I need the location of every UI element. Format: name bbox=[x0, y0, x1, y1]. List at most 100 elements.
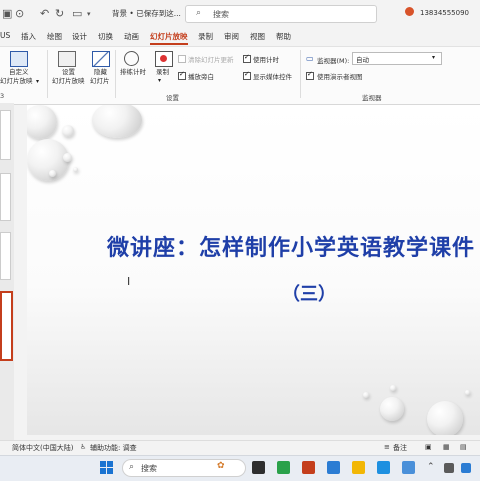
save-toggle-icon[interactable]: ⊙ bbox=[15, 7, 24, 20]
presenter-view-label[interactable]: 使用演示者视图 bbox=[317, 71, 363, 81]
text-cursor-icon: I bbox=[127, 275, 131, 288]
tab-animations[interactable]: 动画 bbox=[124, 31, 139, 42]
setup-show-icon[interactable] bbox=[58, 51, 76, 67]
windows-start-icon[interactable] bbox=[100, 461, 113, 474]
normal-view-icon[interactable]: ▣ bbox=[425, 443, 432, 451]
tray-chevron-up-icon[interactable]: ⌃ bbox=[427, 462, 435, 472]
rehearse-timings-label[interactable]: 排练计时 bbox=[120, 68, 146, 76]
slide-thumbnail-selected[interactable] bbox=[0, 291, 13, 361]
setup-show-label-1[interactable]: 设置 bbox=[62, 68, 75, 76]
divider bbox=[300, 50, 301, 98]
file-explorer-icon[interactable] bbox=[352, 461, 365, 474]
language-status[interactable]: 简体中文(中国大陆) bbox=[12, 443, 73, 453]
hide-slide-label-1[interactable]: 隐藏 bbox=[94, 68, 107, 76]
search-placeholder: 搜索 bbox=[213, 10, 229, 19]
tab-review[interactable]: 审阅 bbox=[224, 31, 239, 42]
taskbar-search-placeholder: 搜索 bbox=[141, 464, 157, 473]
water-drop-decoration bbox=[92, 105, 142, 138]
tab-transitions[interactable]: 切换 bbox=[98, 31, 113, 42]
slide-thumbnail[interactable] bbox=[0, 232, 11, 280]
accessibility-icon: ♿ bbox=[80, 443, 87, 451]
monitor-label: 监视器(M): bbox=[317, 57, 350, 65]
app-icon[interactable] bbox=[402, 461, 415, 474]
chevron-down-icon[interactable]: ▾ bbox=[36, 78, 39, 85]
taskbar-search[interactable]: ⌕ 搜索 ✿ bbox=[122, 459, 246, 477]
water-drop-decoration bbox=[380, 397, 404, 421]
water-drop-decoration bbox=[465, 390, 470, 395]
play-narrations-label[interactable]: 播放旁白 bbox=[188, 71, 214, 81]
record-dot-icon bbox=[160, 55, 167, 62]
document-title[interactable]: 背景 • 已保存到这... bbox=[112, 8, 181, 19]
slide-title[interactable]: 微讲座：怎样制作小学英语教学课件 bbox=[107, 230, 475, 262]
save-icon[interactable]: ▣ bbox=[2, 7, 12, 20]
tab-view[interactable]: 视图 bbox=[250, 31, 265, 42]
presentation-icon[interactable]: ▭ bbox=[72, 7, 82, 20]
notes-button[interactable]: 备注 bbox=[393, 443, 407, 453]
app-icon[interactable] bbox=[327, 461, 340, 474]
tray-app-icon[interactable] bbox=[461, 463, 471, 473]
monitor-icon: ▭ bbox=[306, 54, 314, 63]
tray-app-icon[interactable] bbox=[444, 463, 454, 473]
monitor-select[interactable]: 自动 ▾ bbox=[352, 52, 442, 65]
customize-toolbar-icon[interactable]: ▾ bbox=[87, 10, 91, 18]
slide-sorter-icon[interactable]: ▦ bbox=[443, 443, 450, 451]
water-drop-decoration bbox=[27, 105, 57, 139]
clear-timing-checkbox bbox=[178, 55, 186, 63]
show-media-controls-label[interactable]: 显示媒体控件 bbox=[253, 71, 292, 81]
clear-timing-label: 清除幻灯片更新 bbox=[188, 56, 234, 64]
use-timings-label[interactable]: 使用计时 bbox=[253, 54, 279, 64]
wechat-icon[interactable] bbox=[277, 461, 290, 474]
custom-show-label-2[interactable]: 幻灯片放映 bbox=[0, 77, 33, 85]
water-drop-decoration bbox=[49, 170, 56, 177]
hide-slide-icon[interactable] bbox=[92, 51, 110, 67]
water-drop-decoration bbox=[427, 401, 463, 435]
hide-slide-label-2[interactable]: 幻灯片 bbox=[90, 77, 110, 85]
active-tab-indicator bbox=[150, 43, 188, 45]
monitor-select-chevron-down-icon: ▾ bbox=[432, 54, 436, 61]
notes-icon: ≡ bbox=[384, 443, 390, 451]
powerpoint-icon[interactable] bbox=[302, 461, 315, 474]
tab-design[interactable]: 设计 bbox=[72, 31, 87, 42]
water-drop-decoration bbox=[390, 385, 396, 391]
custom-show-icon[interactable] bbox=[10, 51, 28, 67]
slide-subtitle[interactable]: （三） bbox=[282, 280, 336, 306]
divider bbox=[115, 50, 116, 98]
tab-file-fragment[interactable]: US bbox=[0, 31, 10, 40]
left-group-label-fragment: 3 bbox=[0, 92, 5, 100]
accessibility-status[interactable]: 辅助功能: 调查 bbox=[90, 443, 137, 453]
redo-icon[interactable]: ↻ bbox=[55, 7, 64, 20]
setup-group-label: 设置 bbox=[166, 94, 179, 102]
user-account[interactable]: 13834555090 bbox=[420, 9, 469, 17]
undo-icon[interactable]: ↶ bbox=[40, 7, 49, 20]
search-icon: ⌕ bbox=[196, 8, 202, 18]
play-narrations-checkbox[interactable] bbox=[178, 70, 186, 80]
search-highlight-icon: ✿ bbox=[217, 461, 225, 471]
record-icon[interactable] bbox=[155, 51, 173, 67]
water-drop-decoration bbox=[363, 392, 369, 398]
slide-canvas[interactable]: 微讲座：怎样制作小学英语教学课件 （三） bbox=[27, 105, 480, 435]
task-view-icon[interactable] bbox=[252, 461, 265, 474]
tab-record[interactable]: 录制 bbox=[198, 31, 213, 42]
search-box[interactable]: ⌕ 搜索 bbox=[185, 5, 377, 23]
use-timings-checkbox[interactable] bbox=[243, 53, 251, 63]
setup-show-label-2[interactable]: 幻灯片放映 bbox=[52, 77, 85, 85]
custom-show-label-1[interactable]: 自定义 bbox=[9, 68, 29, 76]
show-media-controls-checkbox[interactable] bbox=[243, 70, 251, 80]
edge-icon[interactable] bbox=[377, 461, 390, 474]
monitor-select-value: 自动 bbox=[356, 56, 369, 64]
slide-thumbnail[interactable] bbox=[0, 110, 11, 160]
presenter-view-checkbox[interactable] bbox=[306, 70, 314, 80]
water-drop-decoration bbox=[62, 125, 74, 137]
tab-help[interactable]: 帮助 bbox=[276, 31, 291, 42]
tab-draw[interactable]: 绘图 bbox=[47, 31, 62, 42]
rehearse-timings-icon[interactable] bbox=[124, 51, 139, 66]
record-label[interactable]: 录制 bbox=[156, 68, 169, 76]
tab-slide-show[interactable]: 幻灯片放映 bbox=[150, 31, 188, 42]
tab-insert[interactable]: 插入 bbox=[21, 31, 36, 42]
water-drop-decoration bbox=[63, 153, 72, 162]
notification-icon[interactable] bbox=[405, 7, 414, 16]
reading-view-icon[interactable]: ▤ bbox=[460, 443, 467, 451]
water-drop-decoration bbox=[27, 139, 69, 181]
slide-thumbnail[interactable] bbox=[0, 173, 11, 221]
record-chevron-down-icon[interactable]: ▾ bbox=[158, 77, 161, 84]
